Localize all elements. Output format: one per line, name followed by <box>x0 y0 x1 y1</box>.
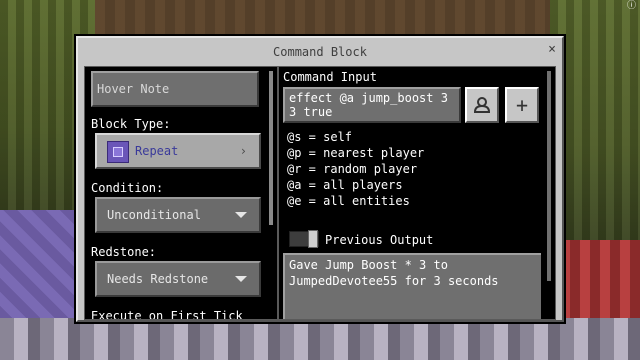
previous-output-label: Previous Output <box>325 233 434 247</box>
repeat-command-block-icon <box>107 141 129 163</box>
selector-help-line: @e = all entities <box>287 194 410 208</box>
command-input-label: Command Input <box>283 70 377 84</box>
previous-output-text: Gave Jump Boost * 3 to JumpedDevotee55 f… <box>283 253 541 319</box>
redstone-label: Redstone: <box>91 245 157 259</box>
plus-icon: + <box>515 93 529 117</box>
output-line2: JumpedDevotee55 for 3 seconds <box>289 274 499 288</box>
condition-value: Unconditional <box>107 208 201 222</box>
block-type-dropdown[interactable]: Repeat › <box>95 133 261 169</box>
output-line1: Gave Jump Boost * 3 to <box>289 258 448 272</box>
selector-help-line: @s = self <box>287 130 353 144</box>
selector-help-line: @r = random player <box>287 162 418 176</box>
command-input[interactable]: effect @a jump_boost 3 3 true <box>283 87 461 123</box>
toggle-knob <box>308 230 318 248</box>
quartz-blocks-bottom <box>0 318 640 360</box>
selector-help-line: @p = nearest player <box>287 146 425 160</box>
block-type-label: Block Type: <box>91 117 171 131</box>
dirt-blocks-top <box>95 0 550 38</box>
settings-scrollbar[interactable] <box>269 71 273 225</box>
redstone-value: Needs Redstone <box>107 272 209 286</box>
block-type-value: Repeat <box>135 144 179 158</box>
entity-selector-icon <box>473 97 491 113</box>
selector-help: @s = self @p = nearest player @r = rando… <box>287 129 424 209</box>
selector-help-line: @a = all players <box>287 178 403 192</box>
redstone-dropdown[interactable]: Needs Redstone <box>95 261 261 297</box>
previous-output-toggle[interactable] <box>289 230 319 248</box>
condition-dropdown[interactable]: Unconditional <box>95 197 261 233</box>
info-icon: ⓘ <box>626 1 636 11</box>
add-button[interactable]: + <box>505 87 539 123</box>
command-text-line1: effect @a jump_boost 3 <box>289 91 448 105</box>
command-panel: Command Input effect @a jump_boost 3 3 t… <box>278 66 556 320</box>
close-icon[interactable]: × <box>548 42 556 57</box>
chevron-down-icon <box>235 276 247 282</box>
condition-label: Condition: <box>91 181 164 195</box>
dialog-title: Command Block <box>273 45 367 59</box>
command-scrollbar[interactable] <box>547 71 551 281</box>
chevron-right-icon: › <box>239 144 247 158</box>
insert-selector-button[interactable] <box>465 87 499 123</box>
command-block-dialog: Command Block × Hover Note Block Type: R… <box>74 34 566 324</box>
command-text-line2: 3 true <box>289 105 333 119</box>
chevron-down-icon <box>235 212 247 218</box>
settings-panel: Hover Note Block Type: Repeat › Conditio… <box>84 66 278 320</box>
execute-first-tick-label: Execute on First Tick <box>91 309 243 320</box>
hover-note-input[interactable]: Hover Note <box>91 71 259 107</box>
